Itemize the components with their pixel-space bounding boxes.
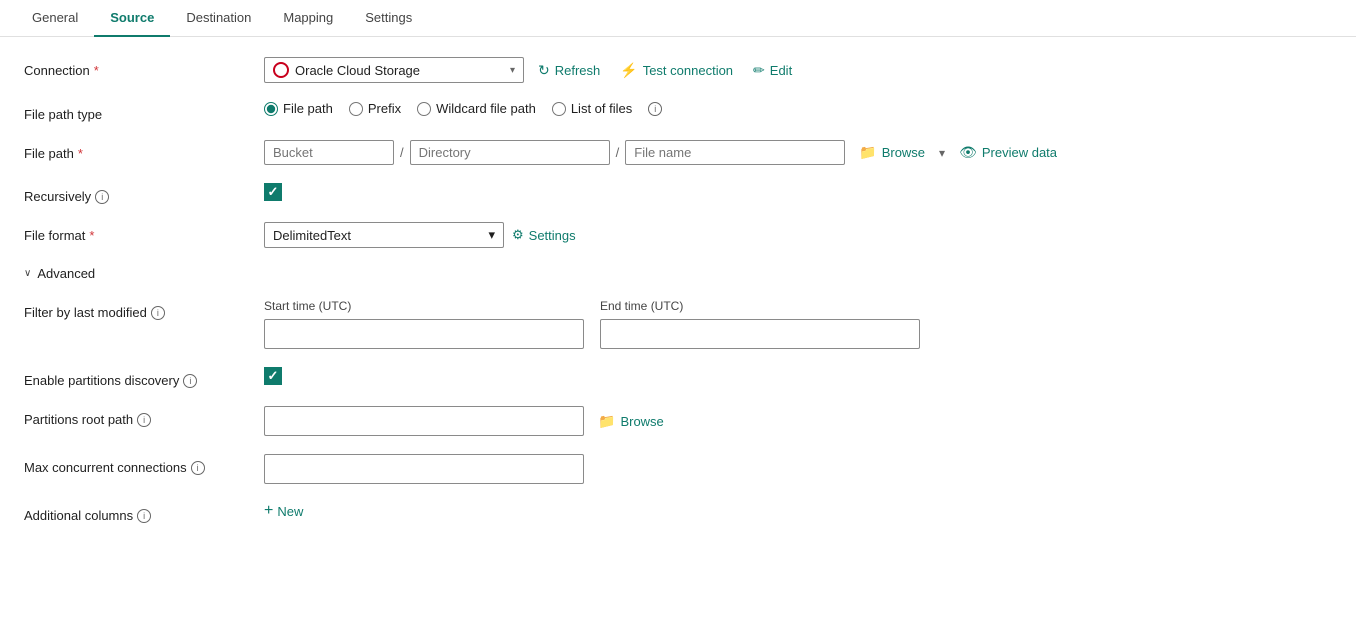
tab-settings[interactable]: Settings — [349, 0, 428, 37]
edit-button[interactable]: ✏ Edit — [747, 58, 798, 83]
connection-dropdown[interactable]: Oracle Cloud Storage ▾ — [264, 57, 524, 83]
additional-columns-label: Additional columns i — [24, 502, 264, 523]
file-format-dropdown[interactable]: DelimitedText ▾ — [264, 222, 504, 248]
browse-icon: 📁 — [859, 144, 876, 161]
connection-controls: Oracle Cloud Storage ▾ ↻ Refresh ⚡ Test … — [264, 57, 798, 83]
dropdown-chevron-icon: ▾ — [510, 65, 515, 76]
browse-button[interactable]: 📁 Browse — [853, 140, 931, 165]
partitions-root-path-input[interactable] — [264, 406, 584, 436]
recursively-info-icon[interactable]: i — [95, 190, 109, 204]
form-content: Connection * Oracle Cloud Storage ▾ ↻ Re… — [0, 37, 1100, 561]
partitions-info-icon[interactable]: i — [183, 374, 197, 388]
filter-info-icon[interactable]: i — [151, 306, 165, 320]
additional-columns-controls: + New — [264, 502, 303, 520]
end-time-group: End time (UTC) — [600, 299, 920, 349]
recursively-checkbox[interactable]: ✓ — [264, 183, 282, 201]
radio-listfiles[interactable]: List of files — [552, 101, 632, 116]
file-path-label: File path * — [24, 140, 264, 161]
max-connections-controls — [264, 454, 584, 484]
end-time-input[interactable] — [600, 319, 920, 349]
refresh-icon: ↻ — [538, 62, 550, 79]
test-connection-button[interactable]: ⚡ Test connection — [614, 58, 739, 83]
connection-label: Connection * — [24, 57, 264, 78]
recursively-controls: ✓ — [264, 183, 282, 201]
directory-input[interactable] — [410, 140, 610, 165]
refresh-button[interactable]: ↻ Refresh — [532, 58, 606, 83]
file-path-type-label: File path type — [24, 101, 264, 122]
filepath-group: / / — [264, 140, 845, 165]
file-format-controls: DelimitedText ▾ ⚙ Settings — [264, 222, 576, 248]
end-time-label: End time (UTC) — [600, 299, 920, 313]
filter-last-modified-row: Filter by last modified i Start time (UT… — [24, 299, 1076, 349]
format-settings-button[interactable]: ⚙ Settings — [512, 227, 576, 243]
file-format-row: File format * DelimitedText ▾ ⚙ Settings — [24, 222, 1076, 248]
partitions-browse-button[interactable]: 📁 Browse — [592, 409, 670, 434]
enable-partitions-row: Enable partitions discovery i ✓ — [24, 367, 1076, 388]
filter-last-modified-label: Filter by last modified i — [24, 299, 264, 320]
format-chevron-icon: ▾ — [488, 227, 495, 243]
radio-prefix[interactable]: Prefix — [349, 101, 401, 116]
file-path-type-row: File path type File path Prefix Wildcard… — [24, 101, 1076, 122]
enable-partitions-checkbox[interactable]: ✓ — [264, 367, 282, 385]
separator-2: / — [614, 145, 622, 160]
recursively-row: Recursively i ✓ — [24, 183, 1076, 204]
edit-icon: ✏ — [753, 62, 765, 79]
additional-columns-row: Additional columns i + New — [24, 502, 1076, 523]
partitions-browse-icon: 📁 — [598, 413, 615, 430]
plus-icon: + — [264, 502, 273, 520]
max-connections-input[interactable] — [264, 454, 584, 484]
file-path-type-group: File path Prefix Wildcard file path List… — [264, 101, 662, 116]
connection-value: Oracle Cloud Storage — [295, 63, 510, 78]
start-time-input[interactable] — [264, 319, 584, 349]
separator-1: / — [398, 145, 406, 160]
start-time-group: Start time (UTC) — [264, 299, 584, 349]
tab-bar: General Source Destination Mapping Setti… — [0, 0, 1356, 37]
max-connections-row: Max concurrent connections i — [24, 454, 1076, 484]
tab-general[interactable]: General — [16, 0, 94, 37]
partitions-root-path-row: Partitions root path i 📁 Browse — [24, 406, 1076, 436]
additional-columns-info-icon[interactable]: i — [137, 509, 151, 523]
file-path-controls: / / 📁 Browse ▾ 👁 Preview data — [264, 140, 1063, 165]
radio-filepath[interactable]: File path — [264, 101, 333, 116]
bucket-input[interactable] — [264, 140, 394, 165]
preview-icon: 👁 — [959, 144, 977, 161]
max-connections-info-icon[interactable]: i — [191, 461, 205, 475]
partitions-root-path-controls: 📁 Browse — [264, 406, 670, 436]
connection-row: Connection * Oracle Cloud Storage ▾ ↻ Re… — [24, 57, 1076, 83]
partitions-root-info-icon[interactable]: i — [137, 413, 151, 427]
tab-source[interactable]: Source — [94, 0, 170, 37]
connection-type-icon — [273, 62, 289, 78]
filename-input[interactable] — [625, 140, 845, 165]
enable-partitions-controls: ✓ — [264, 367, 282, 385]
start-time-label: Start time (UTC) — [264, 299, 584, 313]
recursively-label: Recursively i — [24, 183, 264, 204]
enable-partitions-label: Enable partitions discovery i — [24, 367, 264, 388]
filter-controls: Start time (UTC) End time (UTC) — [264, 299, 920, 349]
advanced-chevron-icon: ∨ — [24, 268, 31, 279]
file-path-type-info-icon[interactable]: i — [648, 102, 662, 116]
file-format-value: DelimitedText — [273, 228, 488, 243]
tab-mapping[interactable]: Mapping — [267, 0, 349, 37]
test-connection-icon: ⚡ — [620, 62, 637, 79]
format-settings-icon: ⚙ — [512, 227, 524, 243]
radio-wildcard[interactable]: Wildcard file path — [417, 101, 536, 116]
dropdown-more-icon[interactable]: ▾ — [939, 146, 945, 160]
partitions-root-path-label: Partitions root path i — [24, 406, 264, 427]
advanced-toggle[interactable]: ∨ Advanced — [24, 266, 1076, 281]
file-format-label: File format * — [24, 222, 264, 243]
preview-data-button[interactable]: 👁 Preview data — [953, 140, 1063, 165]
tab-destination[interactable]: Destination — [170, 0, 267, 37]
new-column-button[interactable]: + New — [264, 502, 303, 520]
file-path-row: File path * / / 📁 Browse ▾ 👁 Preview dat… — [24, 140, 1076, 165]
max-connections-label: Max concurrent connections i — [24, 454, 264, 475]
